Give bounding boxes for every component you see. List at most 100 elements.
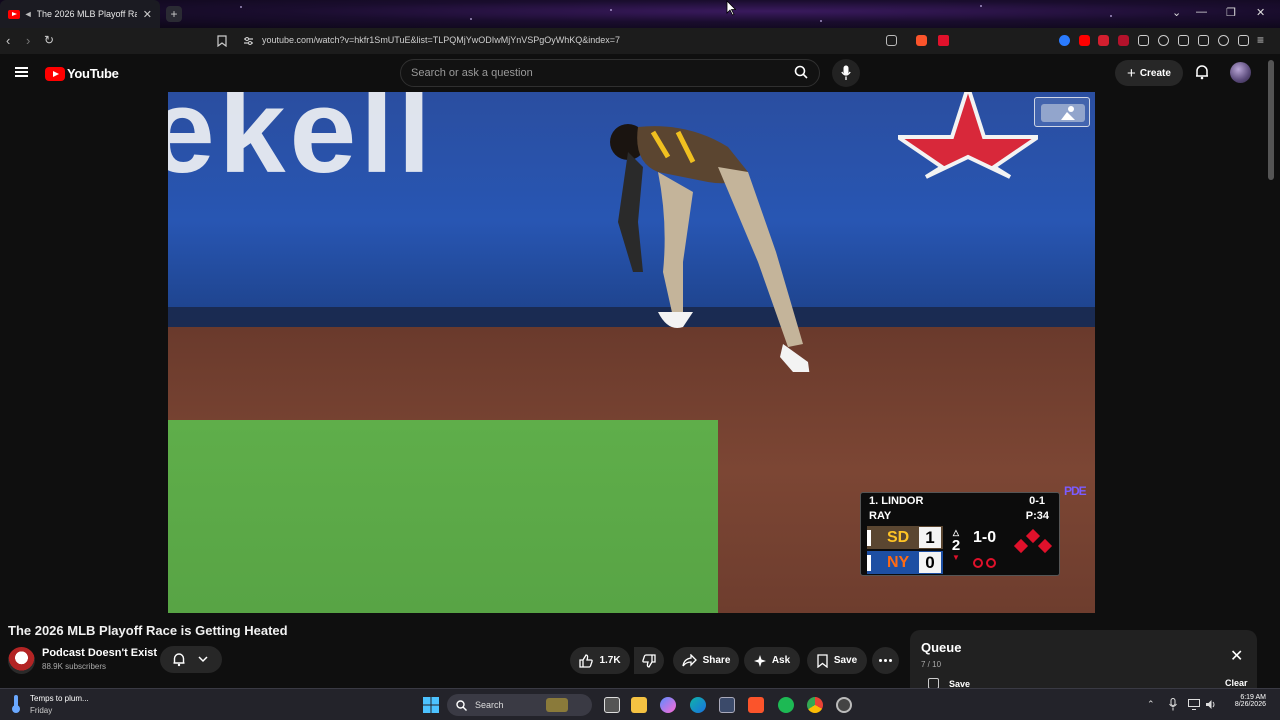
browser-tab-active[interactable]: ◄ The 2026 MLB Playoff Race is ✕ xyxy=(0,0,160,28)
padres-logo: SD xyxy=(887,528,910,546)
bases-diamond-icon xyxy=(1013,529,1053,554)
wallet-icon[interactable] xyxy=(1198,35,1209,46)
like-button[interactable]: 1.7K xyxy=(570,647,630,674)
wall-star-logo xyxy=(898,92,1038,179)
save-label: Save xyxy=(833,655,858,666)
more-actions-button[interactable] xyxy=(872,647,899,674)
queue-close-icon[interactable]: ✕ xyxy=(1230,646,1243,666)
channel-watermark[interactable]: PDE xyxy=(1064,484,1087,498)
background-star xyxy=(1110,15,1112,17)
microphone-icon xyxy=(841,65,851,80)
new-tab-button[interactable]: + xyxy=(166,6,182,22)
brave-shield-icon[interactable] xyxy=(916,35,927,46)
address-bar-url[interactable]: youtube.com/watch?v=hkfr1SmUTuE&list=TLP… xyxy=(262,35,620,45)
team-color-tick xyxy=(867,529,871,546)
channel-avatar[interactable] xyxy=(8,647,35,674)
taskbar-clock[interactable]: 6:19 AM 8/26/2026 xyxy=(1222,694,1266,708)
mlb-logo-icon xyxy=(1041,104,1085,122)
page-scrollbar[interactable] xyxy=(1268,60,1274,180)
tab-search-icon[interactable]: ⌄ xyxy=(1172,6,1181,19)
weather-widget-day: Friday xyxy=(30,706,53,715)
minimize-icon[interactable]: — xyxy=(1196,6,1207,18)
create-button[interactable]: + Create xyxy=(1115,60,1183,86)
restore-icon[interactable]: ❐ xyxy=(1226,6,1236,19)
scorebug-home-score: 0 xyxy=(919,552,941,573)
extensions-puzzle-icon[interactable] xyxy=(1138,35,1149,46)
site-settings-icon[interactable] xyxy=(243,36,254,46)
edge-icon[interactable] xyxy=(690,697,706,713)
scorebug-away-score: 1 xyxy=(919,527,941,548)
hamburger-menu-icon[interactable] xyxy=(15,67,28,77)
taskbar-search-label: Search xyxy=(475,700,504,710)
extension-icon[interactable] xyxy=(1098,35,1109,46)
queue-panel: Queue 7 / 10 ✕ Save Clear xyxy=(910,630,1257,690)
back-icon[interactable]: ‹ xyxy=(6,33,10,48)
tray-microphone-icon[interactable] xyxy=(1169,698,1177,711)
app-icon[interactable] xyxy=(836,697,852,713)
voice-search-button[interactable] xyxy=(832,59,860,87)
save-button[interactable]: Save xyxy=(807,647,867,674)
taskbar-search-box[interactable]: Search xyxy=(447,694,592,716)
sidebar-icon[interactable] xyxy=(1178,35,1189,46)
scorebug: 1. LINDOR 0-1 RAY P:34 SD 1 NY 0 △ 2 ▼ 1… xyxy=(860,492,1060,576)
weather-widget-text[interactable]: Temps to plum... xyxy=(30,694,89,703)
youtube-favicon-icon xyxy=(8,9,20,19)
reload-icon[interactable]: ↻ xyxy=(44,33,54,47)
search-icon[interactable] xyxy=(794,65,808,79)
brave-browser-icon[interactable] xyxy=(748,697,764,713)
ask-label: Ask xyxy=(771,655,791,666)
menu-icon[interactable]: ≡ xyxy=(1257,33,1264,47)
youtube-logo[interactable]: YouTube xyxy=(45,66,119,81)
subscribed-notifications-button[interactable] xyxy=(160,646,222,673)
clock-time: 6:19 AM xyxy=(1240,694,1266,701)
tab-close-icon[interactable]: ✕ xyxy=(143,8,152,21)
extension-icon[interactable] xyxy=(1059,35,1070,46)
vpn-icon[interactable] xyxy=(1238,35,1249,46)
windows-taskbar: Temps to plum... Friday Search ⌃ 6:19 AM… xyxy=(0,688,1280,720)
wall-advertisement: ekell xyxy=(168,92,435,198)
network-icon[interactable] xyxy=(1188,699,1200,710)
brave-rewards-icon[interactable] xyxy=(938,35,949,46)
chevron-down-icon xyxy=(198,656,208,663)
windows-start-icon[interactable] xyxy=(423,697,439,713)
extension-icon[interactable] xyxy=(1118,35,1129,46)
task-view-icon[interactable] xyxy=(604,697,620,713)
like-count: 1.7K xyxy=(599,655,621,666)
channel-name[interactable]: Podcast Doesn't Exist xyxy=(42,647,157,659)
dislike-button[interactable] xyxy=(634,647,664,674)
spotify-icon[interactable] xyxy=(778,697,794,713)
search-box[interactable] xyxy=(400,59,820,87)
notifications-bell-icon[interactable] xyxy=(1194,64,1210,80)
extension-youtube-icon[interactable] xyxy=(1079,35,1090,46)
ask-button[interactable]: Ask xyxy=(744,647,800,674)
out-indicator xyxy=(973,558,983,568)
audio-icon[interactable]: ◄ xyxy=(24,9,33,19)
search-input[interactable] xyxy=(411,64,771,82)
browser-toolbar: ‹ › ↻ youtube.com/watch?v=hkfr1SmUTuE&li… xyxy=(0,28,1280,54)
media-icon[interactable] xyxy=(1158,35,1169,46)
volume-icon[interactable] xyxy=(1205,699,1217,710)
cast-icon[interactable] xyxy=(886,35,897,46)
leo-ai-icon[interactable] xyxy=(1218,35,1229,46)
user-avatar[interactable] xyxy=(1230,62,1251,83)
microsoft-store-icon[interactable] xyxy=(719,697,735,713)
share-button[interactable]: Share xyxy=(673,647,739,674)
mouse-cursor-icon xyxy=(726,0,736,16)
tab-title: The 2026 MLB Playoff Race is xyxy=(36,9,137,19)
queue-clear-button[interactable]: Clear xyxy=(1225,678,1248,688)
thermometer-icon[interactable] xyxy=(10,694,22,714)
file-explorer-icon[interactable] xyxy=(631,697,647,713)
forward-icon[interactable]: › xyxy=(26,33,30,48)
browser-tab-strip: ◄ The 2026 MLB Playoff Race is ✕ + ⌄ — ❐… xyxy=(0,0,1280,28)
scorebug-inning: △ 2 ▼ xyxy=(949,529,963,562)
video-title: The 2026 MLB Playoff Race is Getting Hea… xyxy=(8,623,288,638)
share-label: Share xyxy=(702,655,731,666)
tray-overflow-icon[interactable]: ⌃ xyxy=(1147,699,1155,710)
chrome-icon[interactable] xyxy=(807,697,823,713)
copilot-icon[interactable] xyxy=(660,697,676,713)
background-star xyxy=(610,9,612,11)
window-close-icon[interactable]: ✕ xyxy=(1256,6,1265,19)
youtube-play-icon xyxy=(45,66,65,81)
queue-title: Queue xyxy=(921,640,962,655)
bookmark-icon[interactable] xyxy=(217,35,227,47)
